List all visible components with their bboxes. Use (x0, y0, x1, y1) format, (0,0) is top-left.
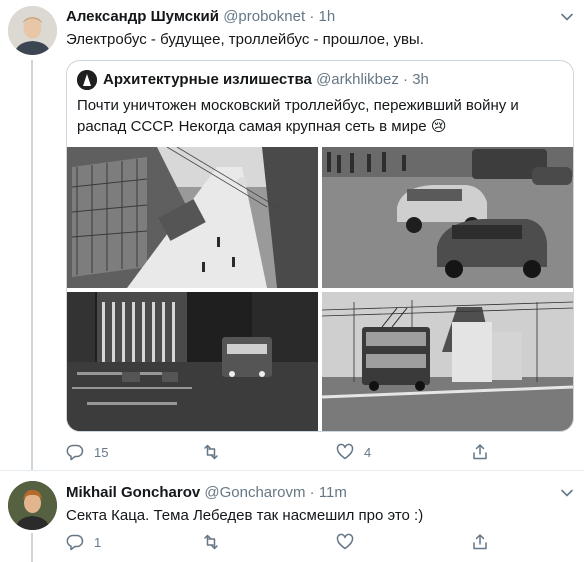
photo-night-street[interactable] (67, 292, 318, 431)
author-name[interactable]: Mikhail Goncharov (66, 484, 200, 501)
thread-line (31, 533, 33, 562)
retweet-icon (204, 444, 218, 460)
photo-vintage-cars[interactable] (322, 147, 573, 288)
reply-button[interactable]: 15 (66, 443, 108, 461)
like-icon (336, 533, 354, 550)
timestamp[interactable]: 11m (319, 484, 347, 501)
reply-count: 1 (94, 534, 102, 550)
like-button[interactable]: 4 (336, 443, 371, 461)
tweet[interactable]: Александр Шумский @proboknet · 1h Электр… (0, 0, 584, 470)
author-name[interactable]: Александр Шумский (66, 8, 219, 25)
quote-text-line: Почти уничтожен московский троллейбус, п… (77, 97, 519, 114)
share-button[interactable] (471, 533, 489, 551)
retweet-button[interactable] (202, 443, 230, 461)
tweet[interactable]: Mikhail Goncharov @Goncharovm · 11m Сект… (0, 470, 584, 562)
timestamp[interactable]: 1h (318, 8, 335, 25)
tweet-header: Александр Шумский @proboknet · 1h (66, 8, 335, 25)
caret-down-icon[interactable] (560, 10, 574, 24)
like-button[interactable] (336, 533, 364, 551)
caret-down-icon[interactable] (560, 486, 574, 500)
quote-header: Архитектурные излишества @arkhlikbez · 3… (103, 71, 429, 88)
like-icon (336, 443, 354, 460)
retweet-button[interactable] (202, 533, 230, 551)
quote-author-handle: @arkhlikbez (316, 71, 399, 88)
like-count: 4 (364, 444, 372, 460)
retweet-icon (204, 534, 218, 550)
quoted-tweet[interactable]: Архитектурные излишества @arkhlikbez · 3… (66, 60, 574, 432)
quote-text: Почти уничтожен московский троллейбус, п… (77, 95, 557, 137)
separator-dot: · (309, 8, 315, 25)
tweet-text: Секта Каца. Тема Лебедев так насмешил пр… (66, 507, 424, 524)
share-icon (473, 444, 487, 460)
author-handle[interactable]: @Goncharovm (204, 484, 305, 501)
photo-winter-street[interactable] (67, 147, 318, 288)
quote-timestamp: 3h (412, 71, 429, 88)
share-button[interactable] (471, 443, 489, 461)
photo-grid (67, 147, 573, 431)
separator-dot: · (309, 484, 315, 501)
tweet-text: Электробус - будущее, троллейбус - прошл… (66, 31, 424, 48)
author-handle[interactable]: @proboknet (223, 8, 305, 25)
avatar[interactable] (8, 6, 57, 55)
share-icon (473, 534, 487, 550)
reply-icon (66, 444, 84, 461)
thread-line (31, 60, 33, 470)
quote-author-name: Архитектурные излишества (103, 71, 312, 88)
photo-double-decker[interactable] (322, 292, 573, 431)
avatar[interactable] (8, 481, 57, 530)
reply-icon (66, 534, 84, 551)
quote-avatar (77, 70, 97, 90)
tweet-header: Mikhail Goncharov @Goncharovm · 11m (66, 484, 347, 501)
reply-button[interactable]: 1 (66, 533, 101, 551)
reply-count: 15 (94, 444, 109, 460)
separator-dot: · (403, 71, 409, 88)
crying-face-emoji: 😢 (430, 118, 447, 135)
quote-text-line: распад СССР. Некогда самая крупная сеть … (77, 118, 447, 135)
